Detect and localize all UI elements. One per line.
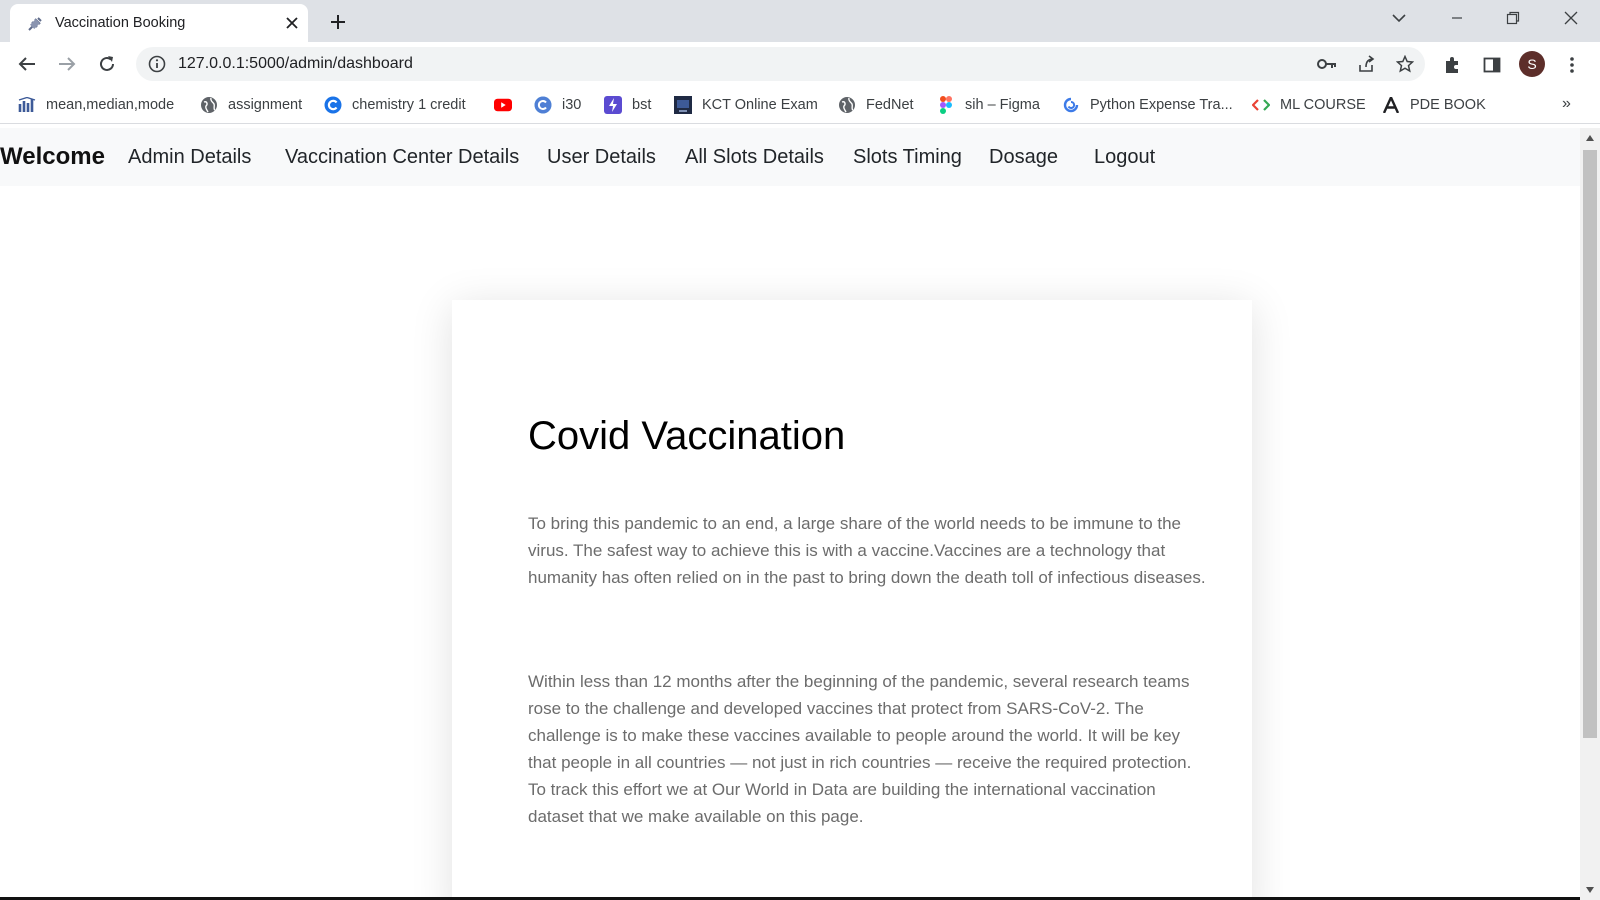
globe-icon <box>200 96 218 114</box>
syringe-favicon-icon <box>26 15 44 33</box>
bookmark-item[interactable]: ML COURSE <box>1252 95 1366 115</box>
scroll-down-arrow-icon[interactable] <box>1580 882 1600 898</box>
letter-a-icon <box>1382 96 1400 114</box>
bookmark-label: mean,median,mode <box>46 97 175 113</box>
bookmark-item[interactable]: chemistry 1 credit <box>324 95 466 115</box>
page-title: Covid Vaccination <box>528 414 846 458</box>
bookmark-item[interactable]: sih – Figma <box>937 95 1040 115</box>
side-panel-icon[interactable] <box>1481 54 1503 76</box>
youtube-icon <box>494 96 512 114</box>
bookmark-item[interactable]: PDE BOOK <box>1382 95 1486 115</box>
restore-icon[interactable] <box>1496 4 1530 32</box>
page-scrollbar[interactable] <box>1580 128 1600 900</box>
profile-avatar[interactable]: S <box>1519 51 1545 77</box>
address-bar[interactable]: 127.0.0.1:5000/admin/dashboard <box>136 47 1425 81</box>
bookmark-label: ML COURSE <box>1280 97 1366 113</box>
kebab-menu-icon[interactable] <box>1561 54 1583 76</box>
detail-paragraph: Within less than 12 months after the beg… <box>528 672 1192 826</box>
bookmark-item[interactable] <box>494 95 512 115</box>
browser-toolbar: 127.0.0.1:5000/admin/dashboard S <box>0 42 1600 86</box>
canva-icon <box>534 96 552 114</box>
forward-arrow-icon[interactable] <box>53 50 81 78</box>
browser-tab[interactable]: Vaccination Booking <box>10 4 308 42</box>
minimize-icon[interactable] <box>1440 4 1474 32</box>
bookmark-item[interactable]: FedNet <box>838 95 914 115</box>
bookmark-label: chemistry 1 credit <box>352 97 466 113</box>
close-tab-icon[interactable] <box>280 11 304 35</box>
bookmark-label: FedNet <box>866 97 914 113</box>
c-circle-icon <box>324 96 342 114</box>
bookmark-item[interactable]: bst <box>604 95 651 115</box>
code-icon <box>1252 96 1270 114</box>
scrollbar-thumb[interactable] <box>1583 150 1597 738</box>
tab-strip: Vaccination Booking <box>0 0 1600 42</box>
bookmark-star-icon[interactable] <box>1395 54 1415 74</box>
bookmark-label: KCT Online Exam <box>702 97 818 113</box>
nav-link-admin-details[interactable]: Admin Details <box>128 146 251 169</box>
content-card: Covid Vaccination To bring this pandemic… <box>452 300 1252 900</box>
intro-paragraph: To bring this pandemic to an end, a larg… <box>528 514 1206 587</box>
bookmark-item[interactable]: KCT Online Exam <box>674 95 818 115</box>
nav-link-vaccination-center-details[interactable]: Vaccination Center Details <box>285 146 519 169</box>
share-icon[interactable] <box>1356 54 1376 74</box>
navbar-brand[interactable]: Welcome <box>0 143 105 171</box>
monitor-icon <box>674 96 692 114</box>
bookmark-item[interactable]: Python Expense Tra... <box>1062 95 1233 115</box>
nav-link-logout[interactable]: Logout <box>1094 146 1155 169</box>
chart-bars-icon <box>18 96 36 114</box>
bookmark-label: Python Expense Tra... <box>1090 97 1233 113</box>
bookmark-item[interactable]: i30 <box>534 95 581 115</box>
bookmark-item[interactable]: assignment <box>200 95 302 115</box>
new-tab-icon[interactable] <box>324 8 352 36</box>
close-window-icon[interactable] <box>1554 4 1588 32</box>
site-navbar: Welcome Admin Details Vaccination Center… <box>0 128 1580 186</box>
nav-link-dosage[interactable]: Dosage <box>989 146 1058 169</box>
scroll-up-arrow-icon[interactable] <box>1580 130 1600 146</box>
nav-link-slots-timing[interactable]: Slots Timing <box>853 146 962 169</box>
site-info-icon[interactable] <box>148 55 166 73</box>
nav-link-all-slots-details[interactable]: All Slots Details <box>685 146 824 169</box>
password-key-icon[interactable] <box>1317 54 1337 74</box>
bookmark-label: PDE BOOK <box>1410 97 1486 113</box>
bookmark-item[interactable]: mean,median,mode <box>18 95 174 115</box>
tab-title: Vaccination Booking <box>55 15 186 31</box>
bookmark-label: bst <box>632 97 652 113</box>
globe-icon <box>838 96 856 114</box>
bookmarks-bar: mean,median,mode assignment chemistry 1 … <box>0 86 1600 124</box>
bookmark-label: assignment <box>228 97 303 113</box>
back-arrow-icon[interactable] <box>13 50 41 78</box>
url-text: 127.0.0.1:5000/admin/dashboard <box>178 55 413 72</box>
tab-search-chevron-icon[interactable] <box>1382 4 1416 32</box>
reload-icon[interactable] <box>93 50 121 78</box>
extensions-puzzle-icon[interactable] <box>1441 54 1463 76</box>
page-viewport: Welcome Admin Details Vaccination Center… <box>0 128 1580 900</box>
bolt-icon <box>604 96 622 114</box>
bookmark-label: i30 <box>562 97 582 113</box>
bookmark-label: sih – Figma <box>965 97 1040 113</box>
refresh-circle-icon <box>1062 96 1080 114</box>
figma-icon <box>937 96 955 114</box>
nav-link-user-details[interactable]: User Details <box>547 146 656 169</box>
more-bookmarks-chevron-icon[interactable]: » <box>1562 95 1571 113</box>
